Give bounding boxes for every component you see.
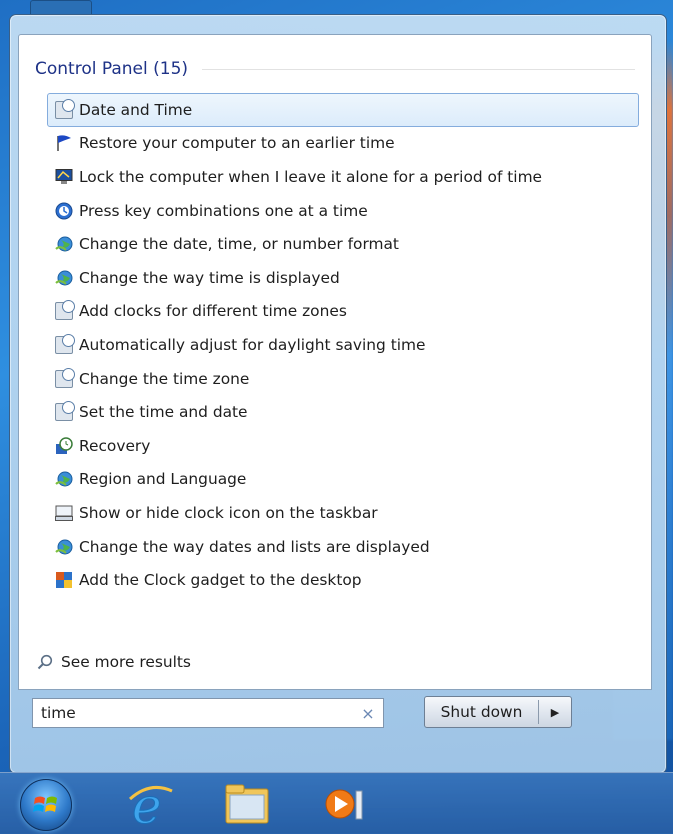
result-item[interactable]: Automatically adjust for daylight saving…: [47, 328, 639, 362]
taskbar: e: [0, 772, 673, 834]
gadget-icon: [55, 571, 73, 589]
result-item[interactable]: Change the way dates and lists are displ…: [47, 530, 639, 564]
results-group-header[interactable]: Control Panel (15): [35, 57, 635, 81]
date-time-icon: [55, 300, 75, 321]
group-title[interactable]: Control Panel (15): [35, 59, 188, 79]
result-label: Add clocks for different time zones: [79, 302, 347, 321]
result-item[interactable]: Restore your computer to an earlier time: [47, 127, 639, 161]
result-label: Change the date, time, or number format: [79, 235, 399, 254]
results-list: Date and Time Restore your computer to an…: [47, 93, 639, 597]
result-item[interactable]: Show or hide clock icon on the taskbar: [47, 496, 639, 530]
flag-icon: [55, 134, 73, 152]
clear-search-button[interactable]: ×: [353, 704, 383, 723]
globe-icon: [55, 538, 73, 556]
globe-icon: [55, 235, 73, 253]
shutdown-control: Shut down ▶: [424, 696, 572, 728]
media-player-icon[interactable]: [318, 779, 370, 829]
result-label: Change the way dates and lists are displ…: [79, 537, 430, 556]
result-label: Automatically adjust for daylight saving…: [79, 335, 426, 354]
result-item[interactable]: Region and Language: [47, 463, 639, 497]
result-label: Press key combinations one at a time: [79, 201, 368, 220]
result-item[interactable]: Set the time and date: [47, 395, 639, 429]
shutdown-options-button[interactable]: ▶: [539, 706, 571, 719]
result-label: Restore your computer to an earlier time: [79, 134, 395, 153]
result-item[interactable]: Change the date, time, or number format: [47, 227, 639, 261]
start-orb[interactable]: [20, 779, 72, 831]
result-label: Set the time and date: [79, 403, 248, 422]
date-time-icon: [55, 333, 75, 354]
result-item[interactable]: Press key combinations one at a time: [47, 194, 639, 228]
search-icon: [37, 654, 55, 670]
see-more-label: See more results: [61, 653, 191, 671]
group-divider: [202, 68, 635, 70]
result-label: Lock the computer when I leave it alone …: [79, 167, 543, 186]
result-item[interactable]: Change the way time is displayed: [47, 261, 639, 295]
taskbar-icon: [55, 504, 73, 522]
date-time-icon: [55, 367, 75, 388]
windows-logo-icon: [33, 796, 57, 812]
result-item[interactable]: Change the time zone: [47, 362, 639, 396]
result-item[interactable]: Date and Time: [47, 93, 639, 127]
date-time-icon: [55, 401, 75, 422]
result-item[interactable]: Add the Clock gadget to the desktop: [47, 563, 639, 597]
result-label: Recovery: [79, 436, 151, 455]
globe-icon: [55, 269, 73, 287]
globe-icon: [55, 470, 73, 488]
search-input[interactable]: time ×: [32, 698, 384, 728]
result-label: Region and Language: [79, 470, 247, 489]
result-label: Show or hide clock icon on the taskbar: [79, 503, 378, 522]
search-results-panel: Control Panel (15) Date and Time Restore …: [18, 34, 652, 690]
file-explorer-icon[interactable]: [222, 779, 274, 829]
ease-of-access-icon: [55, 202, 73, 220]
result-label: Change the way time is displayed: [79, 268, 340, 287]
result-label: Change the time zone: [79, 369, 250, 388]
result-item[interactable]: Lock the computer when I leave it alone …: [47, 160, 639, 194]
search-text: time: [41, 704, 76, 722]
start-menu-bottom-bar: time × Shut down ▶: [18, 688, 650, 760]
internet-explorer-icon[interactable]: e: [124, 777, 176, 834]
date-time-icon: [55, 98, 75, 119]
shutdown-button[interactable]: Shut down: [425, 703, 538, 721]
monitor-icon: [55, 168, 73, 186]
result-item[interactable]: Recovery: [47, 429, 639, 463]
see-more-results-link[interactable]: See more results: [37, 653, 191, 671]
recovery-icon: [55, 436, 73, 455]
result-item[interactable]: Add clocks for different time zones: [47, 295, 639, 329]
result-label: Date and Time: [79, 100, 193, 119]
result-label: Add the Clock gadget to the desktop: [79, 571, 362, 590]
